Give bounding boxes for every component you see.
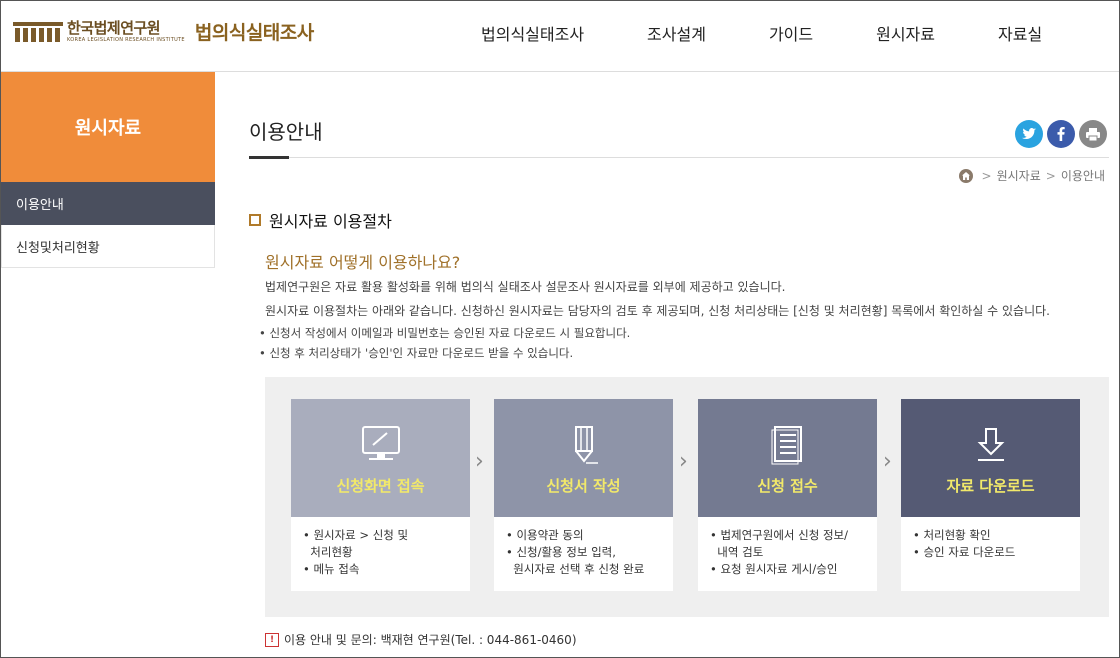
question-heading: 원시자료 어떻게 이용하나요? xyxy=(265,253,461,272)
step-detail-line: 내역 검토 xyxy=(710,545,764,559)
nav-guide[interactable]: 가이드 xyxy=(769,21,813,45)
step-details: • 이용약관 동의 • 신청/활용 정보 입력, 원시자료 선택 후 신청 완료 xyxy=(494,517,673,578)
step-receipt: 신청 접수 • 법제연구원에서 신청 정보/ 내역 검토 • 요청 원시자료 게… xyxy=(698,399,877,591)
org-name: 한국법제연구원 KOREA LEGISLATION RESEARCH INSTI… xyxy=(67,18,185,43)
alert-icon: ! xyxy=(265,632,279,647)
breadcrumb: > 원시자료 > 이용안내 xyxy=(958,167,1105,184)
step-label: 자료 다운로드 xyxy=(946,477,1035,495)
nav-raw-data[interactable]: 원시자료 xyxy=(876,21,935,45)
step-details: • 법제연구원에서 신청 정보/ 내역 검토 • 요청 원시자료 게시/승인 xyxy=(698,517,877,578)
sidebar-item-usage-guide[interactable]: 이용안내 xyxy=(1,182,215,225)
procedure-steps: 신청화면 접속 • 원시자료 > 신청 및 처리현황 • 메뉴 접속 › 신청서… xyxy=(265,377,1109,617)
page-frame: 한국법제연구원 KOREA LEGISLATION RESEARCH INSTI… xyxy=(0,0,1120,658)
step-header: 자료 다운로드 xyxy=(901,399,1080,517)
sidebar-title: 원시자료 xyxy=(1,72,215,182)
title-divider xyxy=(249,157,1109,158)
step-header: 신청 접수 xyxy=(698,399,877,517)
step-detail-line: • 원시자료 > 신청 및 xyxy=(303,528,409,542)
site-header: 한국법제연구원 KOREA LEGISLATION RESEARCH INSTI… xyxy=(1,1,1119,72)
home-icon[interactable] xyxy=(958,168,973,183)
step-detail-line: 원시자료 선택 후 신청 완료 xyxy=(506,562,645,576)
step-label: 신청화면 접속 xyxy=(336,477,425,495)
institute-emblem-icon xyxy=(13,21,63,42)
step-header: 신청화면 접속 xyxy=(291,399,470,517)
document-icon xyxy=(771,426,802,465)
page-title: 이용안내 xyxy=(249,120,323,144)
square-bullet-icon xyxy=(249,214,261,226)
note-line-1: • 신청서 작성에서 이메일과 비밀번호는 승인된 자료 다운로드 시 필요합니… xyxy=(259,326,631,340)
title-underline xyxy=(249,156,289,159)
pen-icon xyxy=(574,426,598,464)
site-title: 법의식실태조사 xyxy=(194,22,314,44)
twitter-icon[interactable] xyxy=(1015,120,1043,148)
breadcrumb-usage-guide[interactable]: 이용안내 xyxy=(1061,167,1105,184)
download-icon xyxy=(977,428,1004,461)
org-name-ko: 한국법제연구원 xyxy=(67,18,161,37)
nav-design[interactable]: 조사설계 xyxy=(647,21,706,45)
step-download: 자료 다운로드 • 처리현황 확인 • 승인 자료 다운로드 xyxy=(901,399,1080,591)
step-detail-line: • 처리현황 확인 xyxy=(913,528,991,542)
print-icon[interactable] xyxy=(1079,120,1107,148)
step-label: 신청서 작성 xyxy=(546,477,621,495)
nav-survey[interactable]: 법의식실태조사 xyxy=(481,21,584,45)
step-detail-line: • 신청/활용 정보 입력, xyxy=(506,545,616,559)
step-detail-line: • 법제연구원에서 신청 정보/ xyxy=(710,528,849,542)
step-access-screen: 신청화면 접속 • 원시자료 > 신청 및 처리현황 • 메뉴 접속 xyxy=(291,399,470,591)
note-line-2: • 신청 후 처리상태가 '승인'인 자료만 다운로드 받을 수 있습니다. xyxy=(259,346,574,360)
step-detail-line: 처리현황 xyxy=(303,545,353,559)
sidebar-item-application-status[interactable]: 신청및처리현황 xyxy=(1,225,215,268)
step-details: • 처리현황 확인 • 승인 자료 다운로드 xyxy=(901,517,1080,561)
org-name-en: KOREA LEGISLATION RESEARCH INSTITUTE xyxy=(67,36,185,43)
step-detail-line: • 승인 자료 다운로드 xyxy=(913,545,1016,559)
facebook-icon[interactable] xyxy=(1047,120,1075,148)
step-write-application: 신청서 작성 • 이용약관 동의 • 신청/활용 정보 입력, 원시자료 선택 … xyxy=(494,399,673,591)
breadcrumb-separator-icon: > xyxy=(981,168,992,183)
site-logo[interactable]: 한국법제연구원 KOREA LEGISLATION RESEARCH INSTI… xyxy=(13,18,314,45)
main-nav: 법의식실태조사 조사설계 가이드 원시자료 자료실 xyxy=(481,21,1042,45)
step-details: • 원시자료 > 신청 및 처리현황 • 메뉴 접속 xyxy=(291,517,470,578)
step-detail-line: • 메뉴 접속 xyxy=(303,562,360,576)
step-detail-line: • 요청 원시자료 게시/승인 xyxy=(710,562,838,576)
chevron-right-icon: › xyxy=(679,449,688,474)
breadcrumb-separator-icon: > xyxy=(1045,168,1056,183)
breadcrumb-raw-data[interactable]: 원시자료 xyxy=(997,167,1041,184)
monitor-icon xyxy=(361,426,400,460)
step-header: 신청서 작성 xyxy=(494,399,673,517)
description-line-1: 법제연구원은 자료 활용 활성화를 위해 법의식 실태조사 설문조사 원시자료를… xyxy=(265,280,786,294)
sidebar: 원시자료 이용안내 신청및처리현황 xyxy=(1,72,215,268)
chevron-right-icon: › xyxy=(883,449,892,474)
contact-text: 이용 안내 및 문의: 백재현 연구원(Tel. : 044-861-0460) xyxy=(284,633,577,647)
nav-archive[interactable]: 자료실 xyxy=(998,21,1042,45)
section-title: 원시자료 이용절차 xyxy=(269,212,392,231)
step-label: 신청 접수 xyxy=(757,477,818,495)
chevron-right-icon: › xyxy=(475,449,484,474)
description-line-2: 원시자료 이용절차는 아래와 같습니다. 신청하신 원시자료는 담당자의 검토 … xyxy=(265,304,1050,318)
step-detail-line: • 이용약관 동의 xyxy=(506,528,584,542)
contact-info: ! 이용 안내 및 문의: 백재현 연구원(Tel. : 044-861-046… xyxy=(265,631,577,648)
share-buttons xyxy=(1015,120,1107,148)
section-heading: 원시자료 이용절차 xyxy=(249,208,392,232)
